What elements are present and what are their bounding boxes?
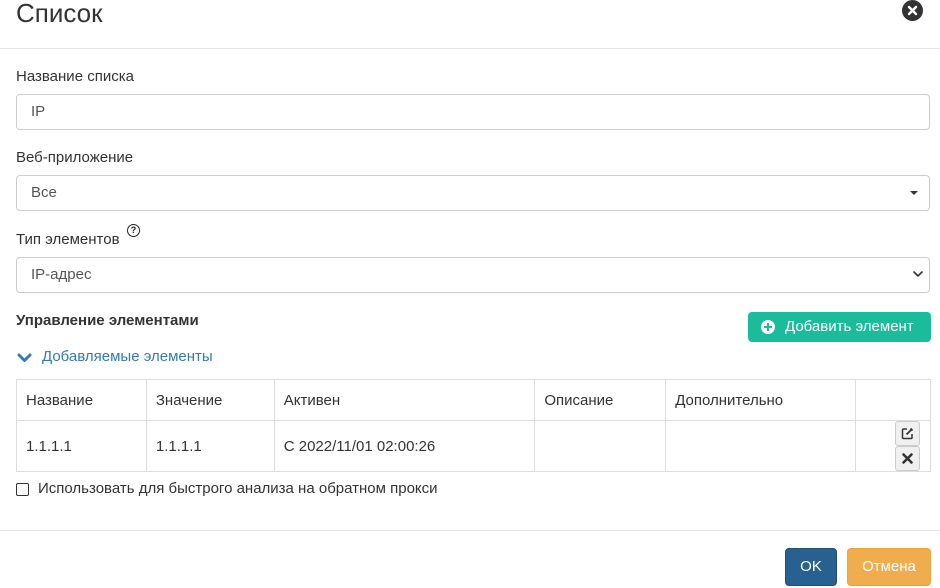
cell-name: 1.1.1.1 <box>16 420 147 472</box>
web-app-value: Все <box>31 184 57 201</box>
footer-divider <box>0 530 940 531</box>
chevron-down-icon <box>912 270 924 278</box>
cell-value: 1.1.1.1 <box>145 420 275 472</box>
column-header <box>855 379 931 421</box>
column-header: Активен <box>273 379 536 421</box>
column-header: Дополнительно <box>665 379 857 421</box>
list-name-value: IP <box>31 103 46 120</box>
plus-circle-icon <box>761 320 775 334</box>
reverse-proxy-checkbox[interactable] <box>16 483 29 496</box>
caret-down-icon <box>910 191 918 195</box>
reverse-proxy-label[interactable]: Использовать для быстрого анализа на обр… <box>38 480 438 497</box>
header-divider <box>0 48 940 49</box>
list-name-input[interactable]: IP <box>16 94 930 130</box>
delete-icon <box>902 453 913 464</box>
cell-active: С 2022/11/01 02:00:26 <box>273 420 536 472</box>
column-header: Значение <box>145 379 275 421</box>
edit-icon <box>901 427 914 440</box>
dialog-title: Список <box>16 0 103 28</box>
chevron-down-icon <box>17 353 32 362</box>
column-header: Название <box>16 379 147 421</box>
section-title: Управление элементами <box>16 312 199 329</box>
column-header: Описание <box>534 379 667 421</box>
cell-extra <box>665 420 857 472</box>
element-type-select[interactable]: IP-адрес <box>16 257 930 293</box>
close-button[interactable] <box>902 0 923 21</box>
close-icon <box>907 5 918 16</box>
table-row: 1.1.1.1 1.1.1.1 С 2022/11/01 02:00:26 <box>16 420 931 472</box>
element-type-value: IP-адрес <box>31 266 92 283</box>
elements-table: Название Значение Активен Описание Допол… <box>16 379 931 472</box>
ok-button[interactable]: OK <box>785 548 837 586</box>
list-name-label: Название списка <box>16 68 134 85</box>
edit-button[interactable] <box>895 421 920 446</box>
add-element-label: Добавить элемент <box>785 318 914 335</box>
help-icon[interactable]: ? <box>127 224 140 237</box>
add-element-button[interactable]: Добавить элемент <box>748 312 931 342</box>
cell-description <box>534 420 667 472</box>
cell-actions <box>855 420 931 472</box>
cancel-button[interactable]: Отмена <box>847 548 931 586</box>
delete-button[interactable] <box>895 446 920 471</box>
added-elements-label: Добавляемые элементы <box>42 348 213 365</box>
table-header-row: Название Значение Активен Описание Допол… <box>16 379 931 421</box>
web-app-label: Веб-приложение <box>16 149 134 166</box>
web-app-select[interactable]: Все <box>16 175 930 211</box>
element-type-label: Тип элементов <box>16 231 120 248</box>
